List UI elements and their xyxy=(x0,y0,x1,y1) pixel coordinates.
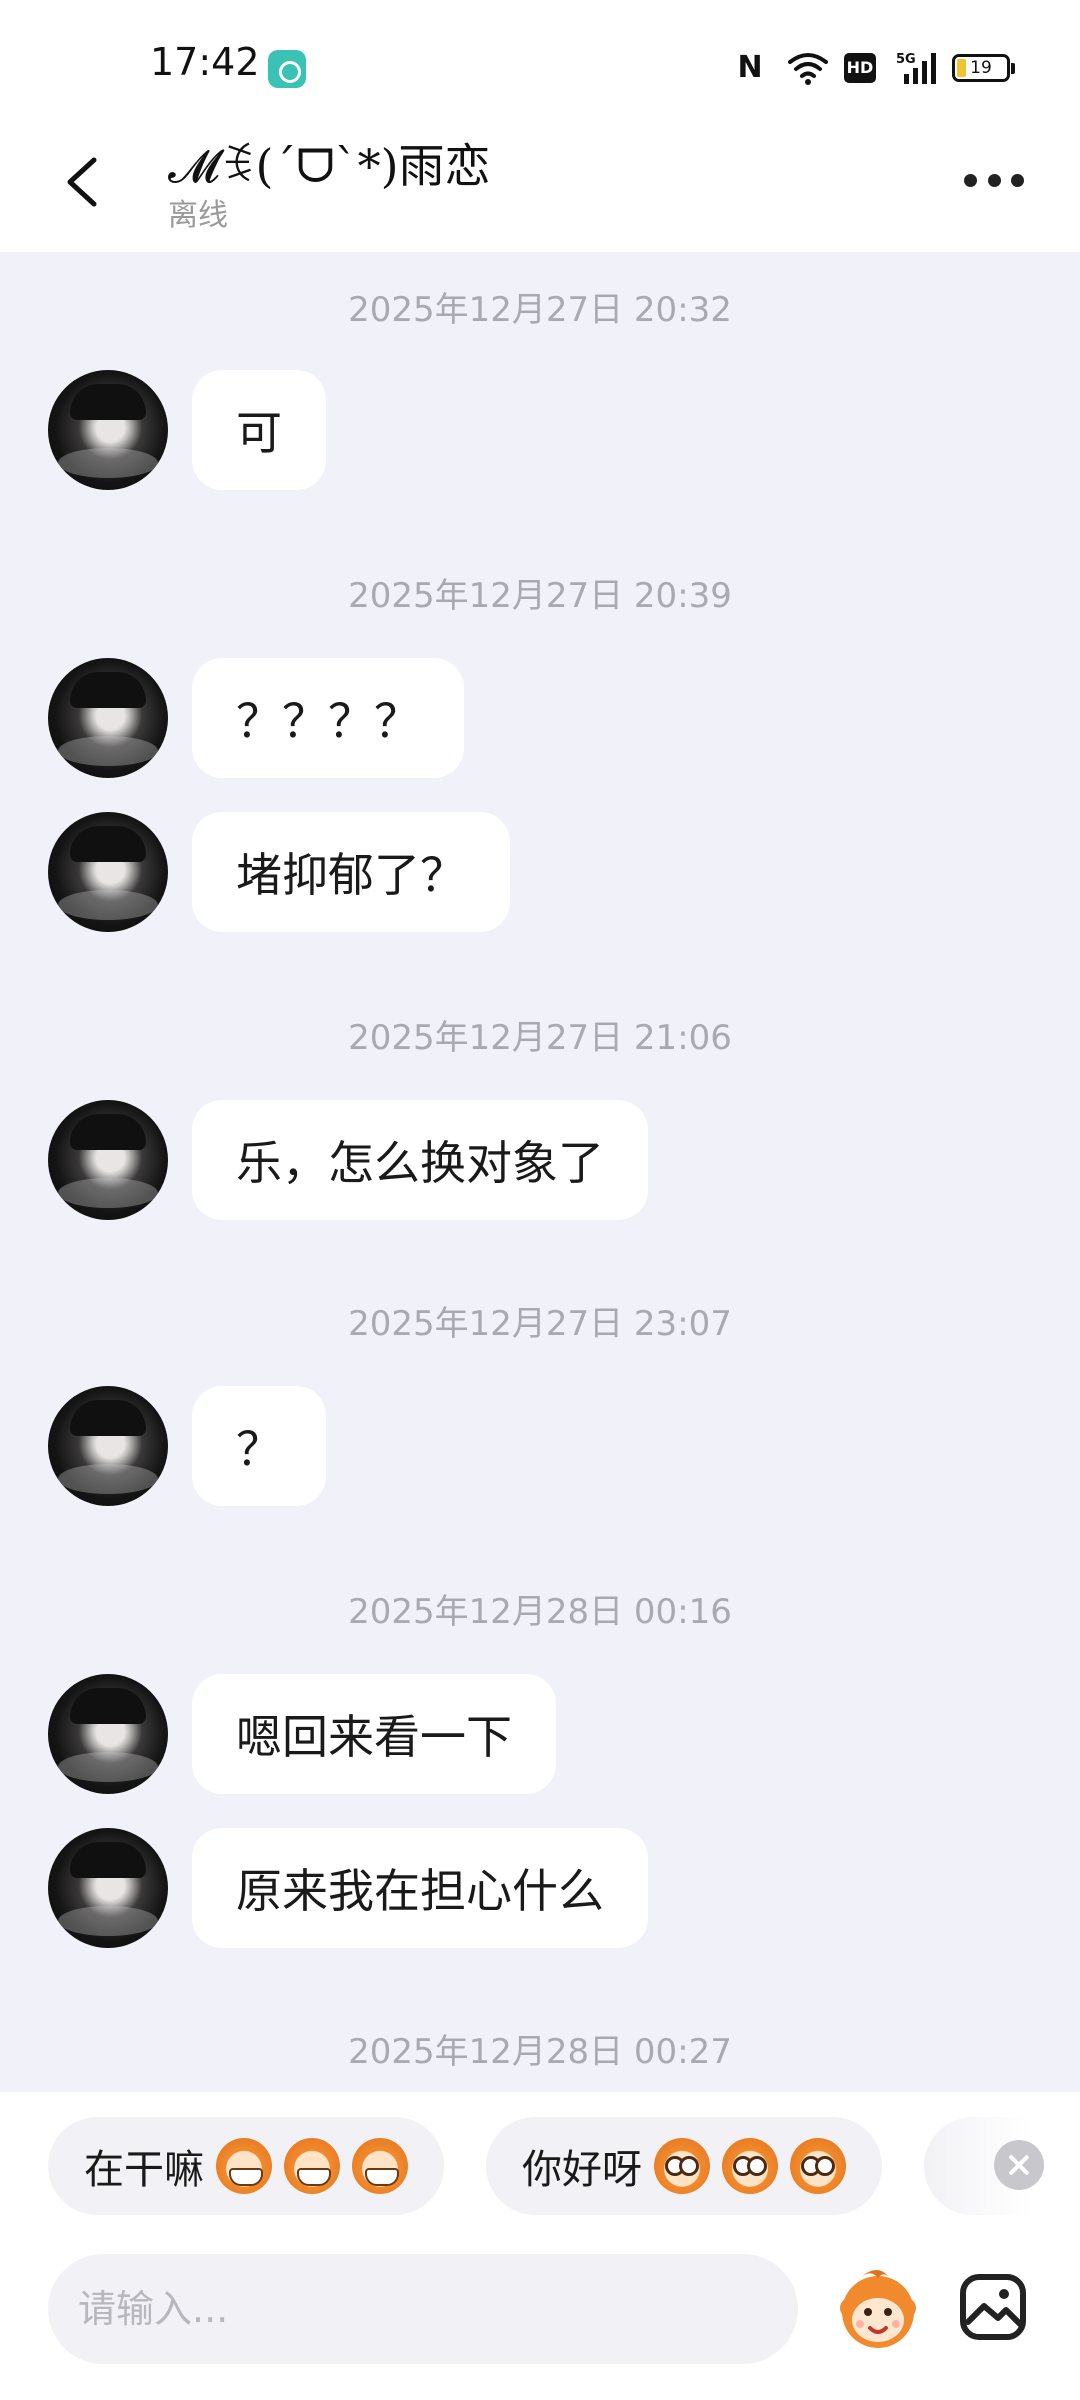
avatar[interactable] xyxy=(48,1386,168,1506)
status-time: 17:42 xyxy=(150,40,260,84)
message-timestamp: 2025年12月28日 00:27 xyxy=(348,2032,732,2072)
message-list[interactable]: 2025年12月27日 20:32 可 2025年12月27日 20:39 ？？… xyxy=(0,252,1080,2092)
quick-reply-label: 你好呀 xyxy=(522,2147,642,2193)
wifi-icon xyxy=(788,50,828,86)
network-label: 5G xyxy=(896,52,916,67)
message-timestamp: 2025年12月27日 23:07 xyxy=(348,1304,732,1344)
message-bubble[interactable]: ？ xyxy=(192,1386,326,1506)
chat-header: 𝓜ꉂ(ˊᗜˋ*)雨恋 离线 xyxy=(0,130,1080,252)
grinning-monkey-icon xyxy=(216,2138,272,2194)
image-icon[interactable] xyxy=(958,2272,1028,2342)
avatar[interactable] xyxy=(48,1674,168,1794)
more-dots-icon[interactable] xyxy=(964,170,1024,190)
nfc-icon: N xyxy=(737,50,763,85)
message-timestamp: 2025年12月27日 21:06 xyxy=(348,1018,732,1058)
close-icon[interactable] xyxy=(994,2140,1044,2190)
battery-level: 19 xyxy=(970,58,992,78)
battery-fill xyxy=(957,59,966,77)
message-bubble[interactable]: 可 xyxy=(192,370,326,490)
status-icons: N HD 5G 19 xyxy=(732,46,1015,90)
surprised-monkey-icon xyxy=(790,2138,846,2194)
quick-reply-bar: 在干嘛 你好呀 xyxy=(0,2092,1080,2242)
hd-icon: HD xyxy=(844,53,876,83)
surprised-monkey-icon xyxy=(654,2138,710,2194)
message-bubble[interactable]: ？？？？ xyxy=(192,658,464,778)
signal-5g-icon: 5G xyxy=(896,50,936,86)
grinning-monkey-icon xyxy=(352,2138,408,2194)
avatar[interactable] xyxy=(48,1828,168,1948)
quick-reply-label: 在干嘛 xyxy=(84,2147,204,2193)
message-timestamp: 2025年12月27日 20:39 xyxy=(348,576,732,616)
monkey-sticker-icon[interactable] xyxy=(832,2262,924,2354)
quick-reply-chip[interactable]: 在干嘛 xyxy=(48,2117,444,2215)
battery-icon: 19 xyxy=(952,54,1015,82)
app-notification-icon xyxy=(268,50,306,88)
avatar[interactable] xyxy=(48,658,168,778)
surprised-monkey-icon xyxy=(722,2138,778,2194)
message-input[interactable] xyxy=(48,2254,798,2364)
chevron-left-icon[interactable] xyxy=(56,152,116,212)
message-bubble[interactable]: 乐，怎么换对象了 xyxy=(192,1100,648,1220)
avatar[interactable] xyxy=(48,370,168,490)
online-status: 离线 xyxy=(168,198,228,233)
message-timestamp: 2025年12月27日 20:32 xyxy=(348,290,732,330)
status-bar: 17:42 N HD 5G 19 xyxy=(0,0,1080,130)
avatar[interactable] xyxy=(48,812,168,932)
message-bubble[interactable]: 原来我在担心什么 xyxy=(192,1828,648,1948)
input-bar xyxy=(0,2242,1080,2400)
message-bubble[interactable]: 堵抑郁了？ xyxy=(192,812,510,932)
quick-reply-chip[interactable]: 你好呀 xyxy=(486,2117,882,2215)
grinning-monkey-icon xyxy=(284,2138,340,2194)
message-timestamp: 2025年12月28日 00:16 xyxy=(348,1592,732,1632)
chat-title[interactable]: 𝓜ꉂ(ˊᗜˋ*)雨恋 xyxy=(168,130,491,196)
avatar[interactable] xyxy=(48,1100,168,1220)
message-bubble[interactable]: 嗯回来看一下 xyxy=(192,1674,556,1794)
